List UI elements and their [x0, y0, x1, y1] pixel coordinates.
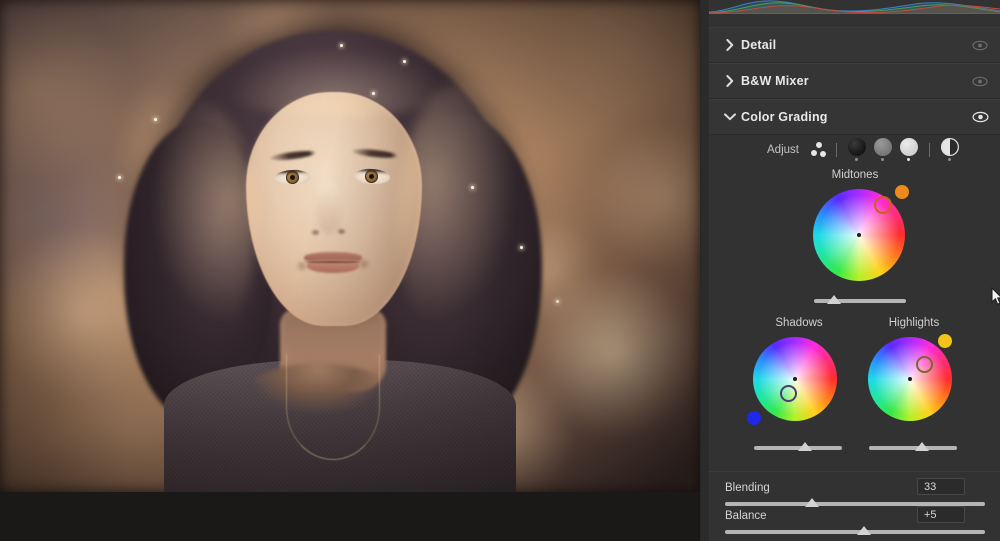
luminance-thumb-midtones[interactable] — [827, 295, 841, 304]
luminance-thumb-shadows[interactable] — [798, 442, 812, 451]
rgb-histogram[interactable] — [709, 0, 1000, 14]
slider-track-balance[interactable] — [725, 530, 985, 534]
three-circles-icon[interactable] — [809, 140, 829, 160]
wheel-label-midtones: Midtones — [831, 169, 879, 181]
wheel-blob-shadows[interactable] — [747, 411, 761, 425]
eye-icon-bw-mixer[interactable] — [971, 72, 989, 90]
wheel-label-highlights: Highlights — [888, 317, 940, 329]
section-label-bw-mixer: B&W Mixer — [741, 74, 809, 88]
chevron-right-icon[interactable] — [719, 75, 741, 87]
wheel-center-shadows — [793, 377, 797, 381]
slider-label-blending: Blending — [725, 482, 770, 494]
slider-value-blending[interactable]: 33 — [917, 478, 965, 495]
global-split-circle-icon[interactable] — [937, 137, 963, 163]
shadows-circle-icon[interactable] — [844, 137, 870, 163]
edited-photograph[interactable] — [0, 0, 700, 492]
divider — [835, 143, 837, 157]
slider-thumb-balance[interactable] — [857, 526, 871, 535]
adjust-mode-row: Adjust — [709, 135, 1000, 165]
slider-label-balance: Balance — [725, 510, 767, 522]
eye-icon-color-grading[interactable] — [971, 108, 989, 126]
adjust-label: Adjust — [767, 144, 799, 156]
wheel-blob-highlights[interactable] — [938, 334, 952, 348]
panel-scrollbar-gutter[interactable] — [701, 0, 709, 541]
chevron-down-icon[interactable] — [719, 113, 741, 121]
photo-vignette — [0, 0, 700, 492]
slider-value-balance[interactable]: +5 — [917, 506, 965, 523]
luminance-thumb-highlights[interactable] — [915, 442, 929, 451]
mouse-pointer — [991, 286, 1000, 306]
wheel-handle-shadows[interactable] — [780, 385, 797, 402]
luminance-slider-highlights[interactable] — [869, 446, 957, 450]
image-canvas-area[interactable] — [0, 0, 700, 541]
highlights-circle-icon[interactable] — [896, 137, 922, 163]
sidebar-item-bw-mixer[interactable]: B&W Mixer — [709, 63, 1000, 99]
application-window: Detail B&W Mixer Color Grading Adjust Mi… — [0, 0, 1000, 541]
wheel-center-highlights — [908, 377, 912, 381]
color-wheel-highlights[interactable] — [868, 337, 952, 421]
sidebar-item-detail[interactable]: Detail — [709, 27, 1000, 63]
slider-row-balance: Balance +5 — [709, 504, 1000, 539]
color-grading-sliders: Blending 33 Balance +5 — [709, 471, 1000, 541]
color-wheel-shadows[interactable] — [753, 337, 837, 421]
midtones-circle-icon[interactable] — [870, 137, 896, 163]
section-label-detail: Detail — [741, 38, 777, 52]
eye-icon-detail[interactable] — [971, 36, 989, 54]
wheel-center-midtones — [857, 233, 861, 237]
divider — [928, 143, 930, 157]
right-editing-panel: Detail B&W Mixer Color Grading Adjust Mi… — [700, 0, 1000, 541]
histogram-spacer — [709, 14, 1000, 28]
wheel-handle-highlights[interactable] — [916, 356, 933, 373]
color-grading-body: Adjust Midtones Shadows Highlights — [709, 135, 1000, 471]
wheel-label-shadows: Shadows — [775, 317, 823, 329]
wheel-handle-midtones[interactable] — [874, 196, 892, 214]
wheel-blob-midtones[interactable] — [895, 185, 909, 199]
sidebar-item-color-grading[interactable]: Color Grading — [709, 99, 1000, 135]
section-label-color-grading: Color Grading — [741, 110, 828, 124]
chevron-right-icon[interactable] — [719, 39, 741, 51]
